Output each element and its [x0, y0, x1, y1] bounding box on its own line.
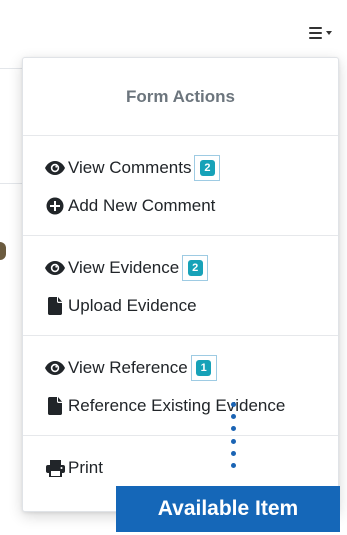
- background-content-fragment: [0, 240, 6, 262]
- count-badge: 1: [196, 360, 212, 376]
- item-label: Print: [68, 458, 103, 477]
- upload-evidence-item[interactable]: Upload Evidence: [23, 287, 338, 325]
- dropdown-header: Form Actions: [23, 58, 338, 136]
- evidence-section: View Evidence 2 Upload Evidence: [23, 236, 338, 336]
- eye-icon: [45, 258, 65, 278]
- comments-section: View Comments 2 Add New Comment: [23, 136, 338, 236]
- available-item-callout: Available Item: [116, 486, 340, 532]
- item-label: View Comments: [68, 158, 192, 177]
- badge-highlight: 1: [190, 355, 217, 381]
- print-item[interactable]: Print: [23, 449, 338, 487]
- file-icon: [45, 396, 65, 416]
- reference-existing-evidence-item[interactable]: Reference Existing Evidence: [23, 387, 338, 425]
- file-icon: [45, 296, 65, 316]
- view-evidence-item[interactable]: View Evidence 2: [23, 249, 338, 287]
- eye-icon: [45, 358, 65, 378]
- item-label: Upload Evidence: [68, 296, 197, 315]
- view-comments-item[interactable]: View Comments 2: [23, 149, 338, 187]
- plus-circle-icon: [45, 196, 65, 216]
- view-reference-item[interactable]: View Reference 1: [23, 349, 338, 387]
- caret-down-icon: [326, 31, 332, 35]
- add-new-comment-item[interactable]: Add New Comment: [23, 187, 338, 225]
- background-divider: [0, 68, 22, 69]
- menu-toggle-button[interactable]: [309, 22, 337, 44]
- page: Form Actions View Comments 2 Add New Com…: [0, 0, 347, 535]
- item-label: View Evidence: [68, 258, 180, 277]
- item-label: View Reference: [68, 358, 188, 377]
- count-badge: 2: [199, 160, 215, 176]
- hamburger-icon: [309, 27, 322, 39]
- badge-highlight: 2: [182, 255, 209, 281]
- item-label: Reference Existing Evidence: [68, 396, 286, 415]
- reference-section: View Reference 1 Reference Existing Evid…: [23, 336, 338, 436]
- eye-icon: [45, 158, 65, 178]
- printer-icon: [45, 458, 65, 478]
- badge-highlight: 2: [194, 155, 221, 181]
- item-label: Add New Comment: [68, 196, 216, 215]
- count-badge: 2: [187, 260, 203, 276]
- form-actions-dropdown: Form Actions View Comments 2 Add New Com…: [22, 57, 339, 512]
- dotted-connector: [230, 402, 236, 468]
- background-divider: [0, 183, 22, 184]
